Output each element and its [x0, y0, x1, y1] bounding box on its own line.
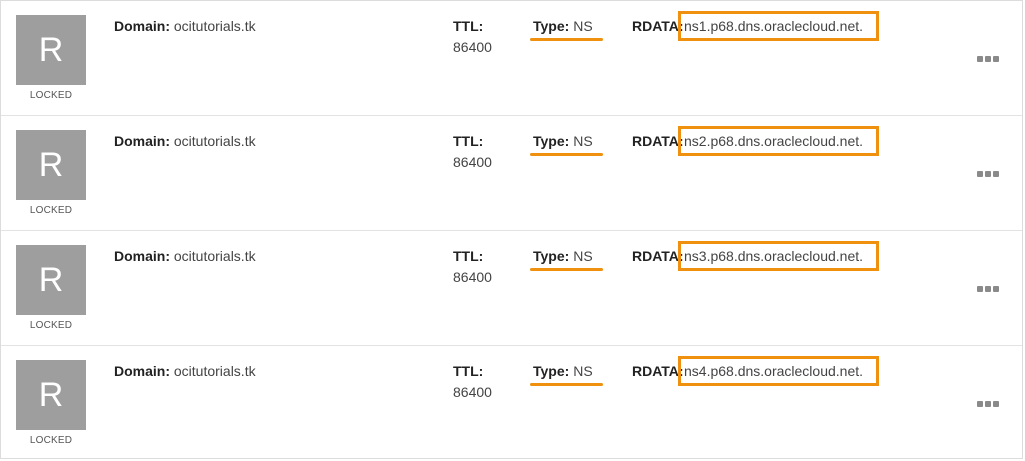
type-field: Type: NS: [530, 362, 603, 386]
type-field: Type: NS: [530, 247, 603, 271]
rdata-field: RDATA: ns1.p68.dns.oraclecloud.net.: [632, 11, 879, 41]
ttl-value: 86400: [453, 384, 492, 400]
type-value: NS: [573, 18, 593, 34]
ttl-value: 86400: [453, 269, 492, 285]
domain-value: ocitutorials.tk: [173, 18, 256, 34]
domain-label: Domain:: [114, 363, 170, 379]
type-highlight-underline: [530, 383, 603, 386]
domain-label: Domain:: [114, 248, 170, 264]
rdata-label: RDATA:: [632, 248, 684, 264]
rdata-field: RDATA: ns3.p68.dns.oraclecloud.net.: [632, 241, 879, 271]
domain-value: ocitutorials.tk: [173, 363, 256, 379]
more-actions-icon[interactable]: [977, 400, 1003, 408]
type-field: Type: NS: [530, 132, 603, 156]
ttl-label: TTL:: [453, 18, 484, 34]
locked-status: LOCKED: [29, 90, 73, 101]
locked-status: LOCKED: [29, 435, 73, 446]
rdata-value-highlighted: ns3.p68.dns.oraclecloud.net.: [678, 241, 879, 271]
ttl-field: TTL: 86400: [453, 17, 492, 56]
domain-label: Domain:: [114, 133, 170, 149]
locked-status: LOCKED: [29, 320, 73, 331]
ttl-value: 86400: [453, 39, 492, 55]
rdata-value-highlighted: ns1.p68.dns.oraclecloud.net.: [678, 11, 879, 41]
type-highlight-underline: [530, 153, 603, 156]
domain-value: ocitutorials.tk: [173, 248, 256, 264]
type-highlight-underline: [530, 268, 603, 271]
type-label: Type:: [533, 248, 570, 264]
domain-field: Domain: ocitutorials.tk: [114, 132, 256, 150]
dns-record-list: R LOCKED Domain: ocitutorials.tk TTL: 86…: [0, 0, 1023, 459]
more-actions-icon[interactable]: [977, 170, 1003, 178]
type-label: Type:: [533, 363, 570, 379]
dns-record-row: R LOCKED Domain: ocitutorials.tk TTL: 86…: [1, 116, 1022, 231]
dns-record-row: R LOCKED Domain: ocitutorials.tk TTL: 86…: [1, 346, 1022, 461]
rdata-value-highlighted: ns2.p68.dns.oraclecloud.net.: [678, 126, 879, 156]
ttl-field: TTL: 86400: [453, 247, 492, 286]
rdata-label: RDATA:: [632, 363, 684, 379]
domain-label: Domain:: [114, 18, 170, 34]
domain-field: Domain: ocitutorials.tk: [114, 17, 256, 35]
record-avatar: R: [16, 15, 86, 85]
rdata-field: RDATA: ns4.p68.dns.oraclecloud.net.: [632, 356, 879, 386]
record-avatar: R: [16, 245, 86, 315]
domain-field: Domain: ocitutorials.tk: [114, 362, 256, 380]
record-avatar: R: [16, 360, 86, 430]
domain-field: Domain: ocitutorials.tk: [114, 247, 256, 265]
ttl-label: TTL:: [453, 363, 484, 379]
record-avatar: R: [16, 130, 86, 200]
locked-status: LOCKED: [29, 205, 73, 216]
type-value: NS: [573, 133, 593, 149]
type-label: Type:: [533, 18, 570, 34]
type-field: Type: NS: [530, 17, 603, 41]
domain-value: ocitutorials.tk: [173, 133, 256, 149]
ttl-field: TTL: 86400: [453, 132, 492, 171]
ttl-label: TTL:: [453, 133, 484, 149]
dns-record-row: R LOCKED Domain: ocitutorials.tk TTL: 86…: [1, 1, 1022, 116]
rdata-label: RDATA:: [632, 133, 684, 149]
ttl-field: TTL: 86400: [453, 362, 492, 401]
rdata-field: RDATA: ns2.p68.dns.oraclecloud.net.: [632, 126, 879, 156]
rdata-label: RDATA:: [632, 18, 684, 34]
ttl-label: TTL:: [453, 248, 484, 264]
ttl-value: 86400: [453, 154, 492, 170]
type-value: NS: [573, 248, 593, 264]
rdata-value-highlighted: ns4.p68.dns.oraclecloud.net.: [678, 356, 879, 386]
type-highlight-underline: [530, 38, 603, 41]
type-label: Type:: [533, 133, 570, 149]
type-value: NS: [573, 363, 593, 379]
more-actions-icon[interactable]: [977, 285, 1003, 293]
dns-record-row: R LOCKED Domain: ocitutorials.tk TTL: 86…: [1, 231, 1022, 346]
more-actions-icon[interactable]: [977, 55, 1003, 63]
